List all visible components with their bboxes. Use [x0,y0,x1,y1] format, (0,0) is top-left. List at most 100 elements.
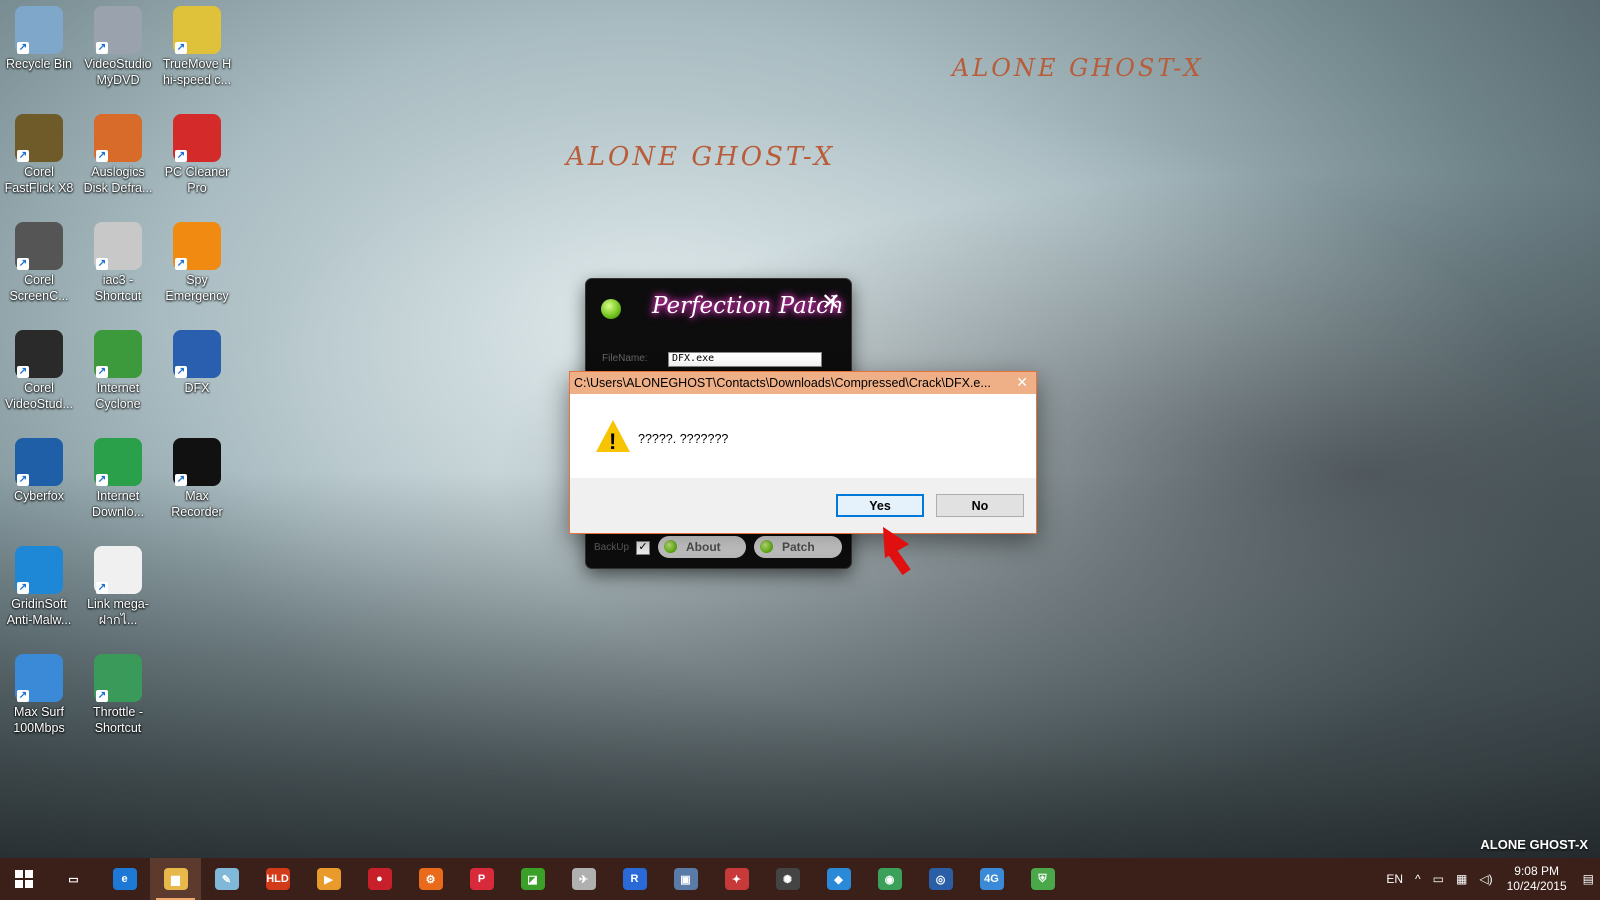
patch-button[interactable]: Patch [754,536,842,558]
taskbar-app-4g[interactable]: 4G [966,858,1017,900]
desktop-icon[interactable]: ↗ Cyberfox [0,434,78,504]
battery-icon[interactable]: ▭ [1433,872,1444,886]
desktop-icon[interactable]: ↗ Max Recorder [158,434,236,520]
desktop-icon[interactable]: ↗ Max Surf 100Mbps [0,650,78,736]
desktop-icon-label: Link mega-ฝากไ... [87,597,149,627]
network-icon[interactable]: ▦ [1456,872,1467,886]
taskbar-hld[interactable]: HLD [252,858,303,900]
app-icon: ↗ [173,222,221,270]
taskbar-settings[interactable]: ⚙ [405,858,456,900]
yes-button[interactable]: Yes [836,494,924,517]
app-icon: ↗ [15,222,63,270]
about-button[interactable]: About [658,536,746,558]
message-box-body: ! ?????. ??????? [570,394,1036,478]
taskbar-app-plane[interactable]: ✈ [558,858,609,900]
desktop-icon[interactable]: ↗ Corel ScreenC... [0,218,78,304]
desktop-icon-label: Corel VideoStud... [5,381,73,411]
app-icon: ↗ [173,438,221,486]
app-icon: ↗ [173,114,221,162]
taskbar-edge[interactable]: e [99,858,150,900]
message-box-titlebar[interactable]: C:\Users\ALONEGHOST\Contacts\Downloads\C… [570,372,1036,394]
volume-icon[interactable]: ◁) [1479,872,1492,886]
app-4g-icon: 4G [979,868,1004,890]
desktop-icon[interactable]: ↗ Throttle - Shortcut [79,650,157,736]
desktop-icon[interactable]: ↗ Spy Emergency [158,218,236,304]
desktop-icon[interactable]: ↗ Link mega-ฝากไ... [79,542,157,628]
desktop-icon[interactable]: ↗ PC Cleaner Pro [158,110,236,196]
shortcut-arrow-icon: ↗ [17,366,29,378]
taskbar-app-green[interactable]: ◪ [507,858,558,900]
start-button[interactable] [0,858,48,900]
task-view-icon: ▭ [61,868,86,890]
patch-button-label: Patch [782,540,815,554]
notification-icon[interactable]: ▤ [1583,872,1594,886]
shortcut-arrow-icon: ↗ [17,42,29,54]
shortcut-arrow-icon: ↗ [96,690,108,702]
taskbar-app-globe[interactable]: ◉ [864,858,915,900]
app-icon: ↗ [94,546,142,594]
desktop-icon-label: Recycle Bin [6,57,72,71]
wallpaper-watermark: ALONE GHOST-X [952,54,1204,82]
chevron-up-icon[interactable]: ^ [1415,872,1421,886]
app-red-icon: ● [367,868,392,890]
app-plane-icon: ✈ [571,868,596,890]
message-box-title: C:\Users\ALONEGHOST\Contacts\Downloads\C… [574,376,991,390]
notepad-icon: ✎ [214,868,239,890]
app-monitor-icon: ▣ [673,868,698,890]
backup-checkbox[interactable]: ✓ [636,541,650,555]
message-box[interactable]: C:\Users\ALONEGHOST\Contacts\Downloads\C… [569,371,1037,534]
desktop-icon[interactable]: ↗ GridinSoft Anti-Malw... [0,542,78,628]
about-button-label: About [686,540,721,554]
desktop-icon[interactable]: ↗ TrueMove H hi-speed c... [158,2,236,88]
desktop-icon[interactable]: ↗ Internet Downlo... [79,434,157,520]
desktop-icon[interactable]: ↗ iac3 - Shortcut [79,218,157,304]
shortcut-arrow-icon: ↗ [96,258,108,270]
desktop-icon[interactable]: ↗ Internet Cyclone [79,326,157,412]
desktop-icon[interactable]: ↗ DFX [158,326,236,396]
taskbar-app-monitor[interactable]: ▣ [660,858,711,900]
clock-time: 9:08 PM [1514,864,1559,878]
taskbar-task-view[interactable]: ▭ [48,858,99,900]
desktop-icon[interactable]: ↗ VideoStudio MyDVD [79,2,157,88]
taskbar-notepad[interactable]: ✎ [201,858,252,900]
windows-logo-icon [15,870,33,888]
taskbar-file-explorer[interactable]: ▆ [150,858,201,900]
taskbar-app-paint[interactable]: ✦ [711,858,762,900]
taskbar-media-player[interactable]: ▶ [303,858,354,900]
app-icon: ↗ [15,330,63,378]
no-button[interactable]: No [936,494,1024,517]
desktop-icon[interactable]: ↗ Recycle Bin [0,2,78,72]
desktop-icon[interactable]: ↗ Corel FastFlick X8 [0,110,78,196]
app-r-icon: R [622,868,647,890]
clock[interactable]: 9:08 PM 10/24/2015 [1507,864,1567,894]
hld-icon: HLD [265,868,290,890]
taskbar-app-p[interactable]: P [456,858,507,900]
filename-input[interactable]: DFX.exe [668,352,822,367]
desktop-icon[interactable]: ↗ Corel VideoStud... [0,326,78,412]
desktop-icon[interactable]: ↗ Auslogics Disk Defra... [79,110,157,196]
app-icon: ↗ [15,6,63,54]
desktop-icon-label: PC Cleaner Pro [164,165,230,195]
taskbar-app-r[interactable]: R [609,858,660,900]
status-led-icon [601,299,621,319]
close-icon[interactable]: ✕ [821,288,841,317]
taskbar-app-red[interactable]: ● [354,858,405,900]
led-icon [760,540,773,553]
app-green-icon: ◪ [520,868,545,890]
desktop-icon-label: iac3 - Shortcut [94,273,142,303]
app-icon: ↗ [94,654,142,702]
taskbar-app-fox[interactable]: ◎ [915,858,966,900]
taskbar-app-shield[interactable]: ⛨ [1017,858,1068,900]
shortcut-arrow-icon: ↗ [17,690,29,702]
taskbar-app-map[interactable]: ◆ [813,858,864,900]
shortcut-arrow-icon: ↗ [96,474,108,486]
desktop-icon-label: Cyberfox [13,489,65,503]
shortcut-arrow-icon: ↗ [17,582,29,594]
shortcut-arrow-icon: ↗ [175,474,187,486]
taskbar-items: ▭ e ▆ ✎ HLD ▶ ● ⚙ P ◪ ✈ R ▣ ✦ ✺ ◆ ◉ ◎ 4G ⛨ [48,858,1068,900]
close-icon[interactable]: ✕ [1016,374,1028,391]
app-icon: ↗ [94,438,142,486]
taskbar-app-reel[interactable]: ✺ [762,858,813,900]
language-indicator[interactable]: EN [1386,872,1403,886]
app-icon: ↗ [15,546,63,594]
